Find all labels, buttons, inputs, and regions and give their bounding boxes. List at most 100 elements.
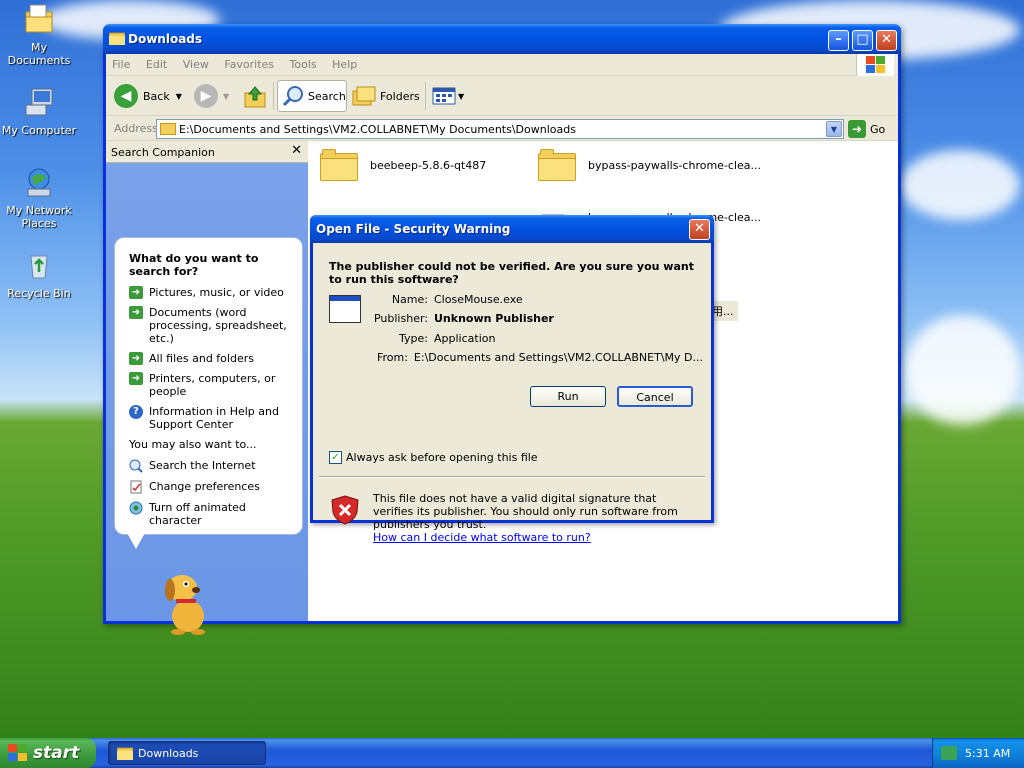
back-arrow-icon: ◀ [114, 84, 138, 108]
warning-message: This file does not have a valid digital … [373, 492, 678, 531]
desktop-icon-my-documents[interactable]: My Documents [0, 2, 78, 67]
go-button[interactable]: ➜ Go [848, 119, 885, 139]
field-key: Name: [391, 293, 428, 306]
green-arrow-icon: ➜ [129, 306, 143, 319]
back-button[interactable]: ◀ Back ▼ [114, 80, 182, 112]
taskbar: start Downloads 5:31 AM [0, 738, 1024, 768]
desktop-icon-label: My Computer [1, 124, 77, 137]
search-option-documents[interactable]: ➜ Documents (word processing, spreadshee… [129, 306, 294, 345]
desktop-icon-label: My Network Places [6, 204, 72, 230]
shield-warning-icon [331, 495, 359, 525]
search-option-all-files[interactable]: ➜ All files and folders [129, 352, 294, 365]
cancel-button[interactable]: Cancel [617, 386, 693, 407]
search-option-help[interactable]: ? Information in Help and Support Center [129, 405, 294, 431]
folder-icon [538, 149, 576, 181]
tray-network-icon[interactable] [941, 746, 957, 760]
forward-button[interactable]: ▶ ▼ [194, 80, 229, 112]
views-icon [432, 87, 456, 105]
cloud [900, 150, 1020, 220]
also-option-label: Turn off animated character [149, 501, 246, 527]
search-button[interactable]: Search [277, 80, 347, 112]
file-name: 用... [712, 305, 734, 318]
close-pane-button[interactable]: ✕ [291, 143, 302, 158]
address-bar: Address E:\Documents and Settings\VM2.CO… [106, 117, 898, 141]
chevron-down-icon: ▼ [175, 91, 182, 101]
maximize-button[interactable]: □ [852, 30, 873, 51]
views-button[interactable]: ▼ [432, 80, 464, 112]
chevron-down-icon: ▼ [223, 91, 230, 101]
field-value: CloseMouse.exe [434, 293, 523, 306]
dialog-titlebar[interactable]: Open File - Security Warning ✕ [310, 215, 714, 243]
search-icon [282, 86, 303, 107]
forward-arrow-icon: ▶ [194, 84, 218, 108]
file-item[interactable]: bypass-paywalls-chrome-clea... [538, 149, 761, 181]
preferences-icon [130, 480, 142, 494]
change-preferences-link[interactable]: Change preferences [129, 480, 294, 494]
menu-edit[interactable]: Edit [140, 54, 173, 75]
search-option-label: Documents (word processing, spreadsheet,… [149, 306, 287, 345]
clock[interactable]: 5:31 AM [965, 747, 1010, 760]
start-label: start [33, 743, 80, 763]
taskbar-item-downloads[interactable]: Downloads [108, 741, 266, 765]
search-option-label: Printers, computers, or people [149, 372, 276, 398]
run-button[interactable]: Run [530, 386, 606, 407]
menu-bar: File Edit View Favorites Tools Help [106, 54, 898, 76]
search-option-label: All files and folders [149, 352, 254, 365]
search-option-printers[interactable]: ➜ Printers, computers, or people [129, 372, 294, 398]
folder-documents-icon [25, 4, 53, 33]
menu-view[interactable]: View [177, 54, 215, 75]
application-icon [329, 295, 361, 323]
field-publisher: Publisher: Unknown Publisher [373, 312, 703, 325]
field-from: From: E:\Documents and Settings\VM2.COLL… [373, 351, 703, 364]
window-titlebar[interactable]: Downloads – □ ✕ [103, 24, 901, 54]
toolbar-separator [273, 82, 274, 110]
field-name: Name: CloseMouse.exe [373, 293, 703, 306]
file-name: bypass-paywalls-chrome-clea... [588, 158, 762, 172]
file-item[interactable]: beebeep-5.8.6-qt487 [320, 149, 486, 181]
folder-icon [109, 32, 125, 45]
minimize-button[interactable]: – [828, 30, 849, 51]
field-key: Publisher: [373, 312, 428, 325]
search-option-label: Information in Help and Support Center [149, 405, 279, 431]
up-folder-icon [244, 86, 266, 108]
desktop-icon-my-network-places[interactable]: My Network Places [0, 165, 78, 230]
folders-icon [352, 86, 376, 106]
close-button[interactable]: ✕ [876, 30, 897, 51]
search-internet-link[interactable]: Search the Internet [129, 459, 294, 473]
also-option-label: Search the Internet [149, 459, 256, 472]
menu-file[interactable]: File [106, 54, 136, 75]
folders-label: Folders [380, 89, 420, 103]
address-input[interactable]: E:\Documents and Settings\VM2.COLLABNET\… [156, 119, 844, 139]
menu-help[interactable]: Help [326, 54, 363, 75]
turn-off-character-link[interactable]: Turn off animated character [129, 501, 294, 527]
always-ask-checkbox[interactable]: ✓ Always ask before opening this file [329, 451, 538, 464]
field-value: E:\Documents and Settings\VM2.COLLABNET\… [413, 351, 703, 364]
balloon-tail [126, 531, 146, 549]
up-folder-button[interactable] [242, 80, 268, 112]
dialog-close-button[interactable]: ✕ [689, 219, 710, 240]
toolbar: ◀ Back ▼ ▶ ▼ Search Folders ▼ [106, 76, 898, 116]
search-companion-title: Search Companion [111, 146, 215, 159]
green-arrow-icon: ➜ [129, 352, 143, 365]
character-icon [129, 501, 143, 515]
desktop-icon-my-computer[interactable]: My Computer [0, 85, 78, 137]
computer-icon [25, 88, 53, 116]
start-button[interactable]: start [0, 738, 96, 768]
search-dog-icon[interactable] [158, 566, 218, 636]
green-arrow-icon: ➜ [129, 372, 143, 385]
menu-favorites[interactable]: Favorites [218, 54, 280, 75]
folder-icon [320, 149, 358, 181]
help-link[interactable]: How can I decide what software to run? [373, 531, 591, 544]
search-option-pictures[interactable]: ➜ Pictures, music, or video [129, 286, 294, 299]
search-companion-header: Search Companion ✕ [106, 141, 308, 163]
warning-text: This file does not have a valid digital … [373, 492, 698, 544]
system-tray: 5:31 AM [932, 738, 1024, 768]
go-label: Go [870, 122, 886, 136]
menu-tools[interactable]: Tools [284, 54, 323, 75]
window-title: Downloads [128, 32, 203, 46]
back-label: Back [143, 89, 170, 103]
search-heading: What do you want to search for? [129, 252, 259, 278]
address-dropdown-button[interactable]: ▼ [826, 121, 842, 137]
folders-button[interactable]: Folders [352, 80, 420, 112]
desktop-icon-recycle-bin[interactable]: Recycle Bin [0, 248, 78, 300]
